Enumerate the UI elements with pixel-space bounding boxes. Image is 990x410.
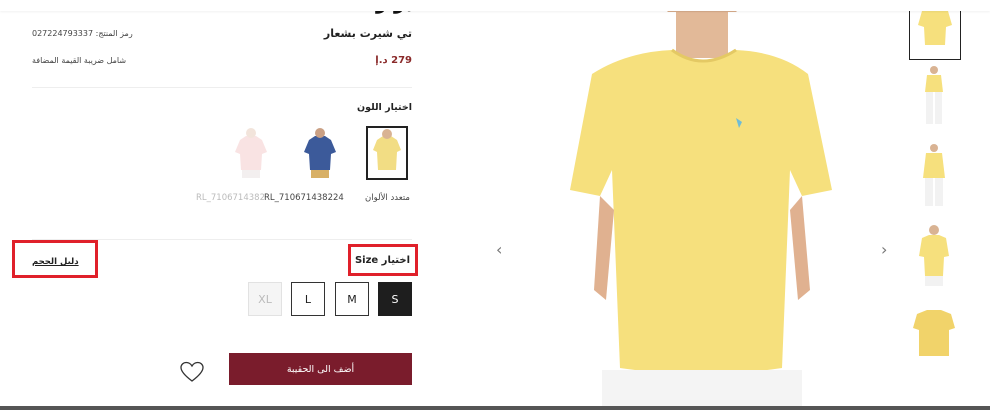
- size-option-l[interactable]: L: [291, 282, 325, 316]
- size-option-xl[interactable]: XL: [248, 282, 282, 316]
- gallery-thumbnail[interactable]: [909, 64, 961, 128]
- gallery-thumbnail[interactable]: [909, 304, 961, 364]
- gallery-thumbnail[interactable]: [909, 142, 961, 208]
- product-sku: رمز المنتج: 027224793337: [32, 29, 133, 38]
- color-swatch-blue[interactable]: [299, 126, 341, 180]
- product-price: 279 د.إ: [375, 55, 412, 66]
- wishlist-heart-icon[interactable]: [180, 361, 204, 383]
- color-swatch-multicolor[interactable]: [366, 126, 408, 180]
- gallery-next-arrow-icon[interactable]: ›: [881, 240, 887, 259]
- gallery-prev-arrow-icon[interactable]: ‹: [496, 240, 502, 259]
- divider: [32, 87, 412, 88]
- size-option-s[interactable]: S: [378, 282, 412, 316]
- pink-shirt-thumbnail: [230, 126, 272, 180]
- product-name: تي شيرت بشعار: [323, 27, 412, 40]
- color-swatch-pink[interactable]: [230, 126, 272, 180]
- size-option-m[interactable]: M: [335, 282, 369, 316]
- gallery-thumbnail[interactable]: [909, 222, 961, 286]
- swatch-label-blue: RL_710671438224: [264, 193, 344, 203]
- swatch-label-pink: RL_710671438224: [196, 193, 264, 203]
- highlight-box: [348, 244, 418, 276]
- highlight-box: [12, 240, 98, 278]
- yellow-shirt-thumbnail: [368, 128, 406, 178]
- blue-shirt-thumbnail: [299, 126, 341, 180]
- product-details-panel: بولو تي شيرت بشعار رمز المنتج: 027224793…: [0, 0, 440, 406]
- header-bar: [0, 0, 990, 11]
- main-product-image: [536, 0, 876, 406]
- swatch-label-multicolor: متعدد الألوان: [365, 193, 410, 203]
- color-selector-title: اختيار اللون: [357, 102, 412, 113]
- bottom-bar: [0, 406, 990, 410]
- add-to-bag-button[interactable]: أضف الى الحقيبة: [229, 353, 412, 385]
- vat-note: شامل ضريبة القيمة المضافة: [32, 56, 127, 65]
